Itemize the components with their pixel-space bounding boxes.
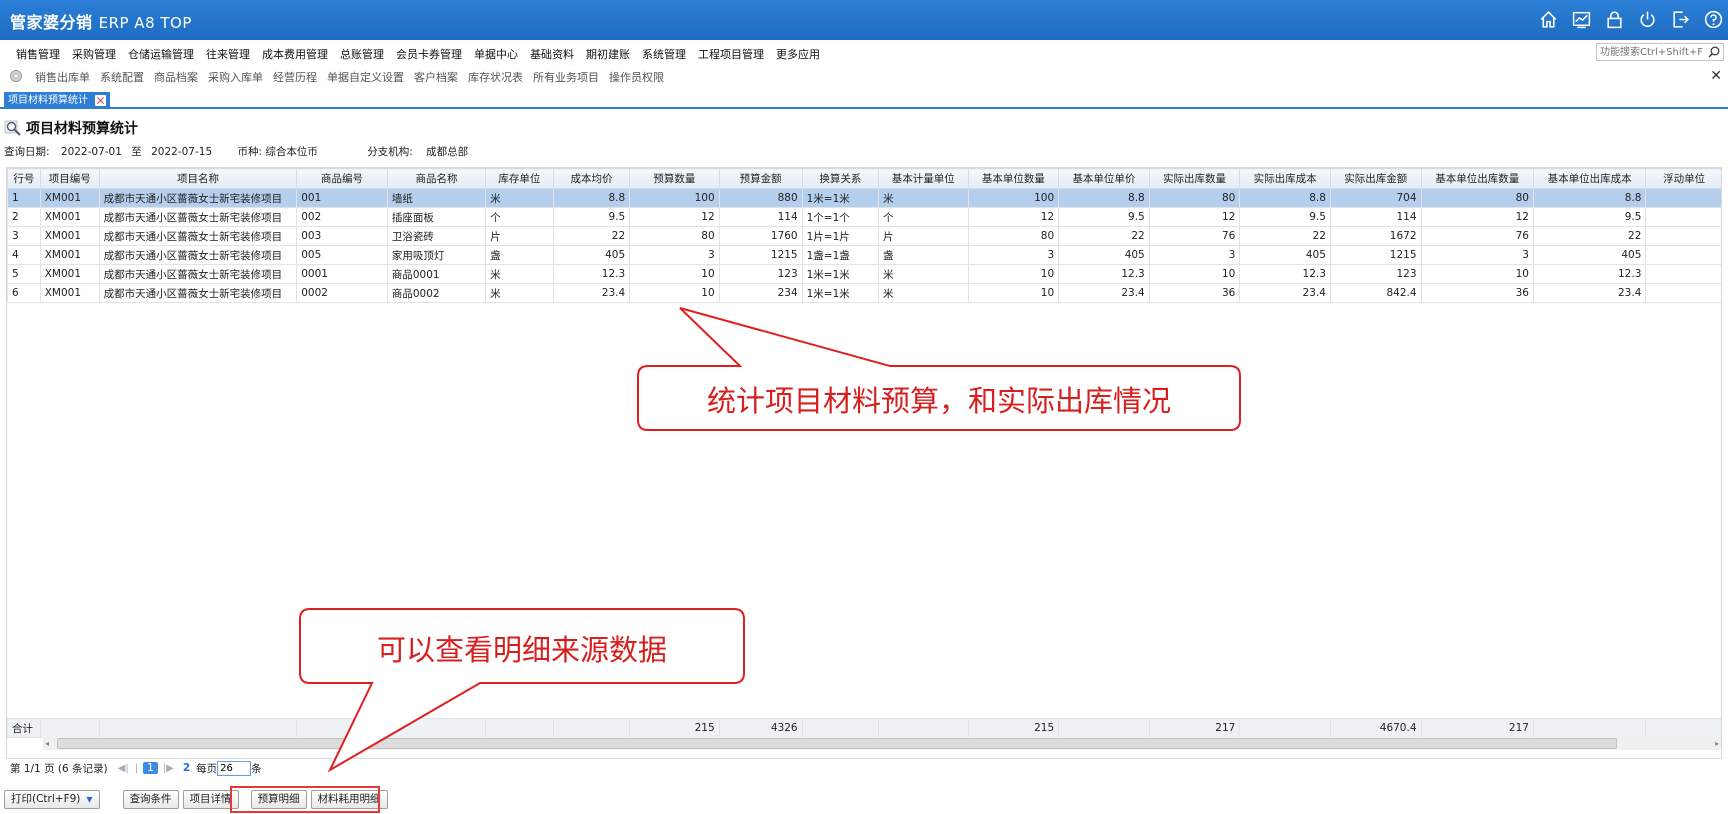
- callout-1-text: 统计项目材料预算，和实际出库情况: [706, 384, 1171, 418]
- callout-2-text: 可以查看明细来源数据: [376, 633, 667, 667]
